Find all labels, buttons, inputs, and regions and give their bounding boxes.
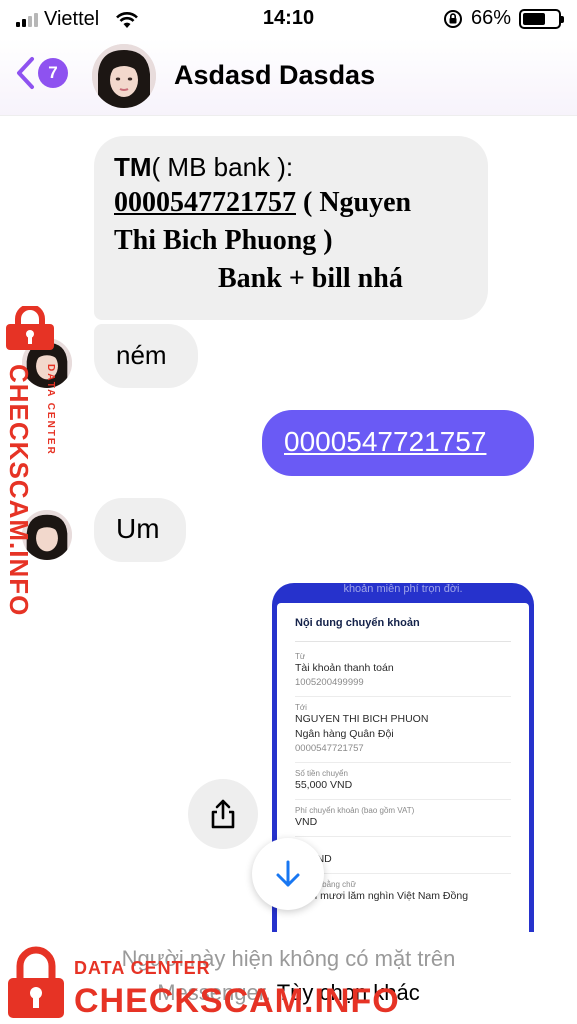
message-bubble-incoming[interactable]: Um <box>94 498 186 562</box>
message-line: Thi Bich Phuong ) <box>114 225 333 256</box>
receipt-value: 1005200499999 <box>295 677 364 688</box>
watermark-text: CHECKSCAM.INFO <box>74 982 400 1020</box>
receipt-label: Phí chuyển khoản (bao gồm VAT) <box>295 806 415 815</box>
battery-icon <box>519 8 564 29</box>
receipt-title: Nội dung chuyển khoản <box>295 617 511 642</box>
watermark-bottom: DATA CENTER CHECKSCAM.INFO <box>4 946 399 1024</box>
account-number-link[interactable]: 0000547721757 <box>114 187 296 218</box>
receipt-label: iền <box>295 843 511 852</box>
arrow-down-icon <box>276 860 300 887</box>
back-button[interactable]: 7 <box>14 56 68 90</box>
receipt-label: Tới <box>295 703 307 712</box>
receipt-value: Năm mươi lăm nghìn Việt Nam Đồng <box>295 890 469 902</box>
share-icon <box>211 799 235 829</box>
status-right: 66% <box>443 7 564 30</box>
lock-icon <box>6 306 54 350</box>
receipt-label: Số tiền bằng chữ <box>295 880 356 889</box>
receipt-label: Từ <box>295 652 306 661</box>
receipt-label: Số tiền chuyển <box>295 769 348 778</box>
message-prefix: TM <box>114 152 152 182</box>
receipt-value: 0000547721757 <box>295 743 364 754</box>
message-bubble-incoming[interactable]: ném <box>94 324 198 388</box>
receipt-value: VND <box>295 816 318 828</box>
receipt-value: NGUYEN THI BICH PHUON <box>295 713 429 725</box>
watermark-side: CHECKSCAM.INFO DATA CENTER <box>4 306 64 616</box>
status-bar: Viettel 14:10 66% <box>0 0 577 38</box>
share-button[interactable] <box>188 779 258 849</box>
lock-icon <box>8 946 64 1018</box>
message-line: TM( MB bank ): <box>114 150 468 184</box>
receipt-value: Ngân hàng Quân Đội <box>295 728 394 740</box>
message-text: ( Nguyen <box>296 187 412 218</box>
watermark-text: CHECKSCAM.INFO <box>4 364 34 617</box>
contact-avatar[interactable] <box>92 44 156 108</box>
battery-level <box>523 12 546 25</box>
chevron-left-icon <box>17 57 34 89</box>
watermark-subtext: DATA CENTER <box>74 958 211 978</box>
contact-name[interactable]: Asdasd Dasdas <box>174 60 375 91</box>
message-line: 0000547721757 ( Nguyen <box>114 184 468 222</box>
message-line: Bank + bill nhá <box>218 263 403 294</box>
unread-count-badge: 7 <box>38 58 68 88</box>
message-text: ( MB bank ): <box>151 152 294 182</box>
rotation-lock-icon <box>443 9 462 28</box>
message-bubble-incoming[interactable]: TM( MB bank ): 0000547721757 ( Nguyen Th… <box>94 136 488 320</box>
message-bubble-outgoing[interactable]: 0000547721757 <box>262 410 534 476</box>
scroll-to-bottom-button[interactable] <box>252 838 324 910</box>
watermark-subtext: DATA CENTER <box>45 364 56 456</box>
battery-percent: 66% <box>470 7 511 29</box>
chat-header: 7 Asdasd Dasdas <box>0 38 577 116</box>
receipt-value: 55,000 VND <box>295 779 353 791</box>
receipt-value: 00 VND <box>295 852 511 867</box>
receipt-value: Tài khoản thanh toán <box>295 662 394 674</box>
